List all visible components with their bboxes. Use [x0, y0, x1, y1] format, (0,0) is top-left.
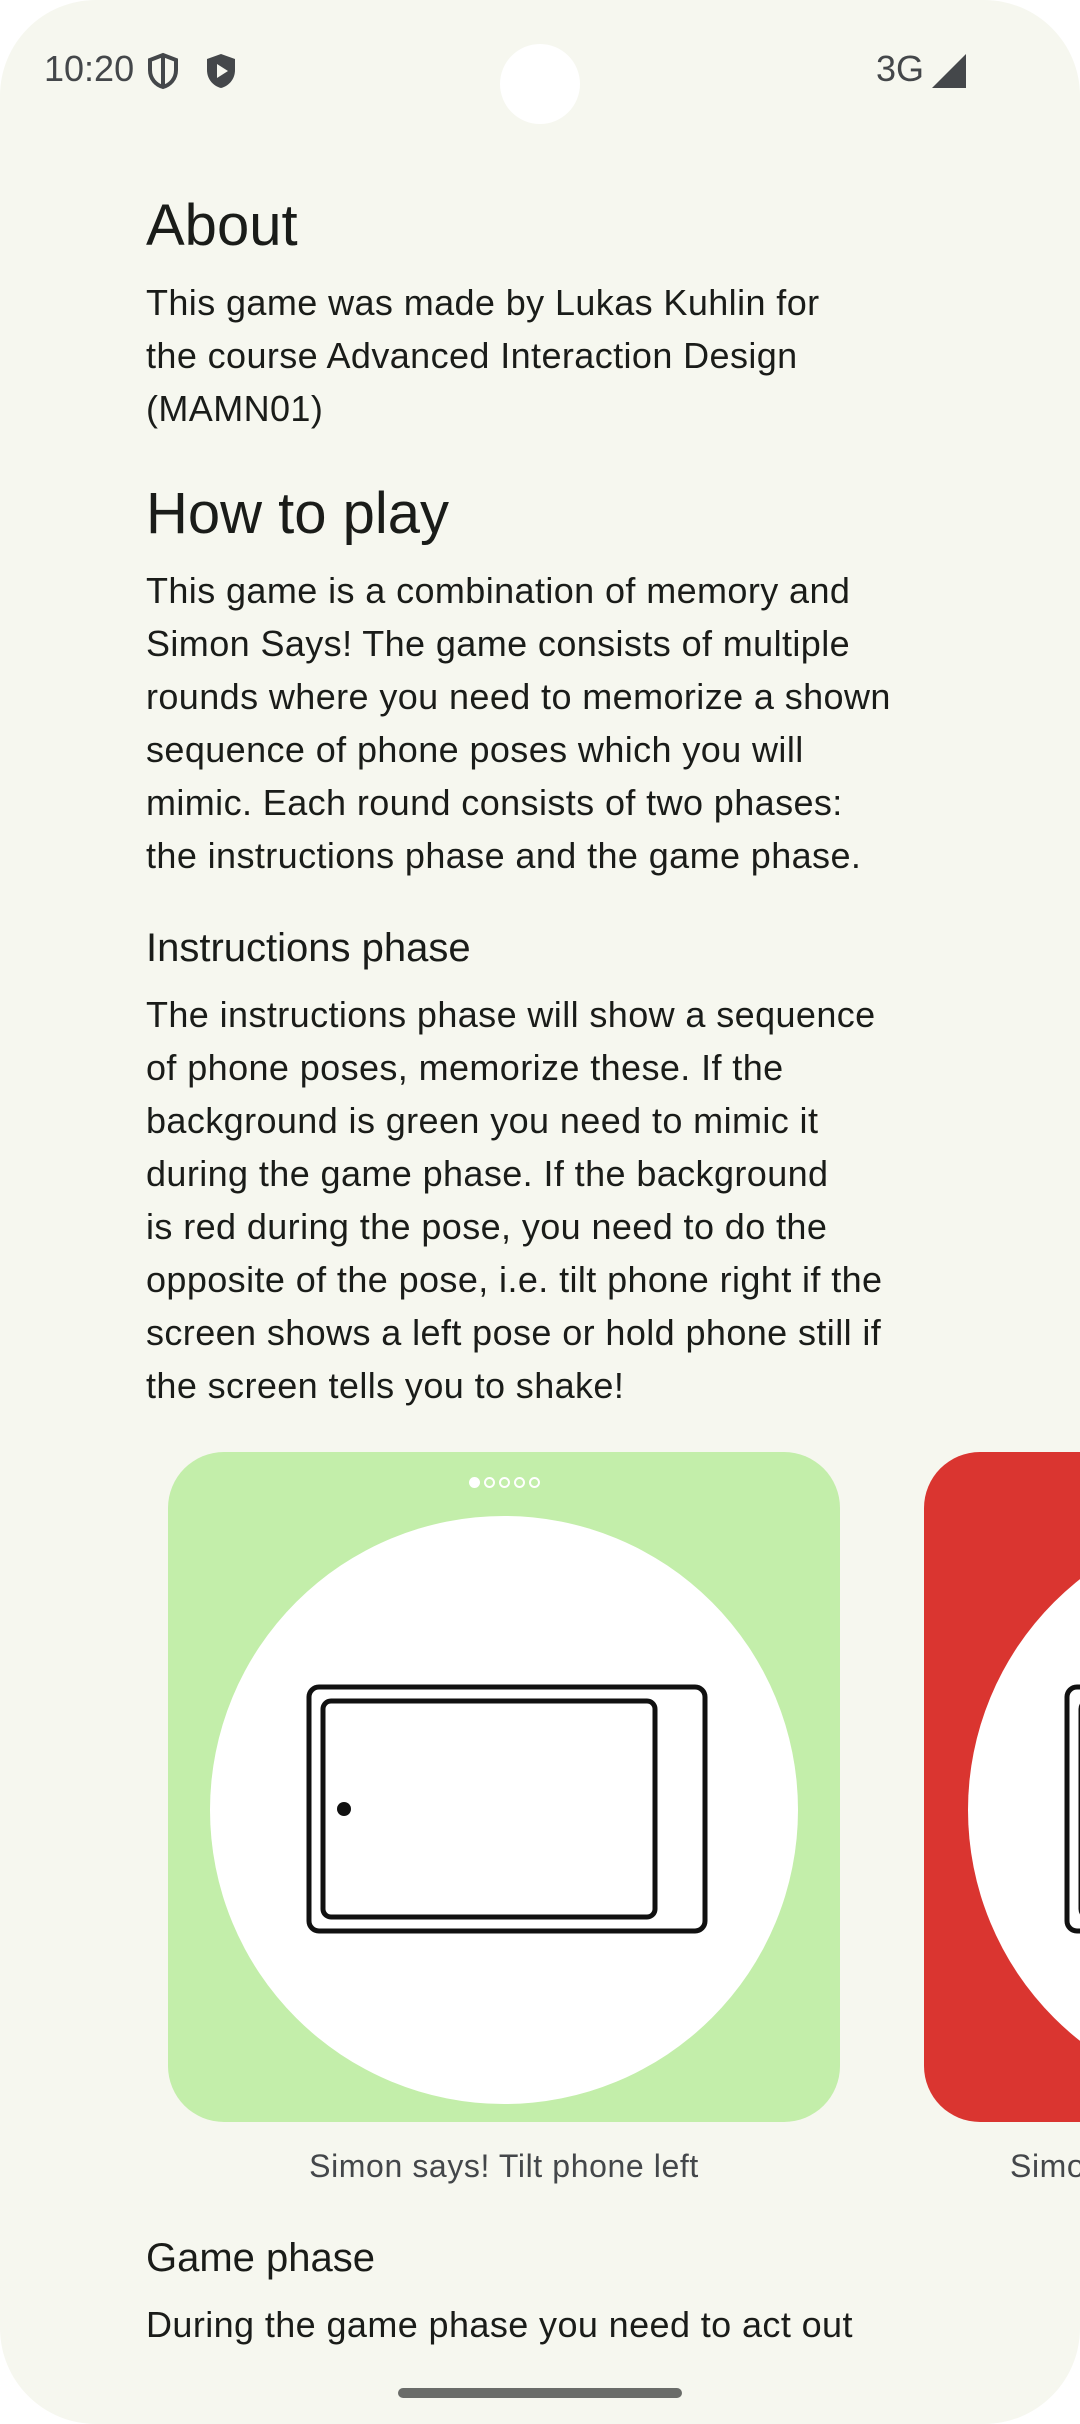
- instructions-phase-title: Instructions phase: [146, 926, 471, 970]
- instructions-line: during the game phase. If the background: [146, 1153, 829, 1194]
- instructions-line: the screen tells you to shake!: [146, 1365, 625, 1406]
- carousel-slide-mimic[interactable]: [168, 1452, 840, 2122]
- how-to-play-line: the instructions phase and the game phas…: [146, 835, 862, 876]
- game-phase-line: During the game phase you need to act ou…: [146, 2304, 853, 2345]
- pose-circle: [968, 1516, 1080, 2104]
- page-dot: [498, 1477, 510, 1488]
- game-phase-title: Game phase: [146, 2236, 376, 2280]
- phone-tilt-left-icon: [306, 1684, 708, 1934]
- home-gesture-bar[interactable]: [398, 2388, 682, 2398]
- instructions-line: The instructions phase will show a seque…: [146, 994, 876, 1035]
- pose-circle: [210, 1516, 798, 2104]
- shield-play-icon: [207, 54, 235, 88]
- about-text: This game was made by Lukas Kuhlin for t…: [146, 276, 946, 435]
- how-to-play-text: This game is a combination of memory and…: [146, 564, 946, 882]
- instructions-line: opposite of the pose, i.e. tilt phone ri…: [146, 1259, 883, 1300]
- page-indicator: [168, 1475, 840, 1493]
- how-to-play-line: rounds where you need to memorize a show…: [146, 676, 891, 717]
- instructions-phase-text: The instructions phase will show a seque…: [146, 988, 946, 1412]
- how-to-play-line: Simon Says! The game consists of multipl…: [146, 623, 851, 664]
- how-to-play-line: mimic. Each round consists of two phases…: [146, 782, 843, 823]
- game-phase-text: During the game phase you need to act ou…: [146, 2298, 946, 2351]
- status-time: 10:20: [44, 48, 135, 89]
- how-to-play-title: How to play: [146, 481, 450, 546]
- about-text-line: (MAMN01): [146, 388, 324, 429]
- signal-icon: [932, 54, 966, 88]
- slide-caption: Simon says! Tilt phone left: [309, 2148, 699, 2184]
- status-bar: 10:20 3G: [0, 0, 1080, 140]
- page-dot: [528, 1477, 540, 1488]
- page-dot: [513, 1477, 525, 1488]
- instructions-line: is red during the pose, you need to do t…: [146, 1206, 828, 1247]
- shield-outline-icon: [148, 52, 178, 90]
- page-dot: [483, 1477, 495, 1488]
- about-text-line: the course Advanced Interaction Design: [146, 335, 798, 376]
- about-text-line: This game was made by Lukas Kuhlin for: [146, 282, 820, 323]
- instructions-line: of phone poses, memorize these. If the: [146, 1047, 784, 1088]
- how-to-play-line: This game is a combination of memory and: [146, 570, 851, 611]
- camera-cutout: [500, 44, 580, 124]
- slide-caption: Simo: [1010, 2148, 1080, 2184]
- instructions-line: background is green you need to mimic it: [146, 1100, 819, 1141]
- app-screen: 10:20 3G About This game was made by Luk…: [0, 0, 1080, 2424]
- network-type: 3G: [876, 48, 925, 89]
- carousel-slide-opposite[interactable]: [924, 1452, 1080, 2122]
- phone-pose-icon: [1064, 1684, 1080, 1934]
- how-to-play-line: sequence of phone poses which you will: [146, 729, 804, 770]
- instructions-line: screen shows a left pose or hold phone s…: [146, 1312, 882, 1353]
- page-dot-active: [468, 1477, 480, 1488]
- about-title: About: [146, 193, 298, 258]
